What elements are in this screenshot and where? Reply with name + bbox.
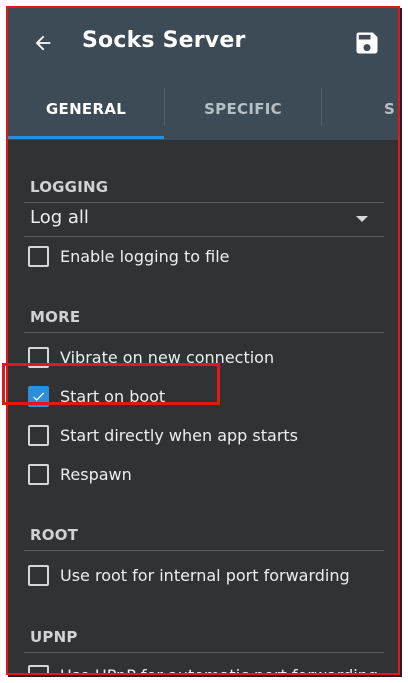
save-button[interactable] (350, 26, 384, 60)
start-directly-option[interactable]: Start directly when app starts (28, 418, 298, 452)
app-bar: Socks Server GENERAL SPECIFIC S (6, 6, 400, 140)
section-title-logging: LOGGING (30, 178, 109, 196)
option-label: Vibrate on new connection (60, 347, 275, 367)
respawn-option[interactable]: Respawn (28, 457, 132, 491)
checkbox[interactable] (28, 664, 49, 675)
option-label: Use UPnP for automatic port forwarding (60, 665, 378, 676)
section-divider (24, 202, 384, 203)
option-label: Enable logging to file (60, 246, 230, 266)
vibrate-on-new-connection-option[interactable]: Vibrate on new connection (28, 340, 274, 374)
logging-level-dropdown[interactable]: Log all (24, 204, 384, 236)
dropdown-selected-value: Log all (30, 207, 89, 228)
checkbox[interactable] (28, 564, 49, 586)
caret-down-icon (356, 216, 368, 222)
dropdown-underline (24, 236, 384, 237)
tab-general[interactable]: GENERAL (8, 78, 164, 140)
app-window: Socks Server GENERAL SPECIFIC S LOGGING … (6, 6, 400, 675)
use-root-port-forwarding-option[interactable]: Use root for internal port forwarding (28, 558, 350, 592)
start-on-boot-option[interactable]: Start on boot (28, 379, 165, 413)
section-divider (24, 550, 384, 551)
use-upnp-option[interactable]: Use UPnP for automatic port forwarding (28, 658, 378, 675)
tab-specific[interactable]: SPECIFIC (165, 78, 321, 140)
option-label: Respawn (60, 464, 132, 484)
checkbox[interactable] (28, 463, 49, 485)
option-label: Use root for internal port forwarding (60, 565, 350, 585)
arrow-left-icon (35, 35, 51, 51)
checkbox-checked[interactable] (28, 385, 49, 407)
active-tab-indicator (8, 136, 164, 139)
settings-list: LOGGING Log all Enable logging to file M… (6, 140, 400, 675)
tab-bar: GENERAL SPECIFIC S (6, 78, 400, 140)
floppy-disk-icon (356, 32, 378, 54)
option-label: Start on boot (60, 386, 166, 406)
section-title-upnp: UPNP (30, 628, 78, 646)
page-title: Socks Server (82, 28, 246, 53)
checkmark-icon (33, 392, 45, 401)
section-divider (24, 332, 384, 333)
checkbox[interactable] (28, 346, 49, 368)
checkbox[interactable] (28, 245, 49, 267)
section-title-root: ROOT (30, 526, 79, 544)
checkbox[interactable] (28, 424, 49, 446)
tab-partial[interactable]: S (322, 78, 400, 140)
enable-logging-to-file-option[interactable]: Enable logging to file (28, 239, 229, 273)
back-button[interactable] (26, 26, 60, 60)
option-label: Start directly when app starts (60, 425, 299, 445)
section-title-more: MORE (30, 308, 81, 326)
section-divider (24, 652, 384, 653)
